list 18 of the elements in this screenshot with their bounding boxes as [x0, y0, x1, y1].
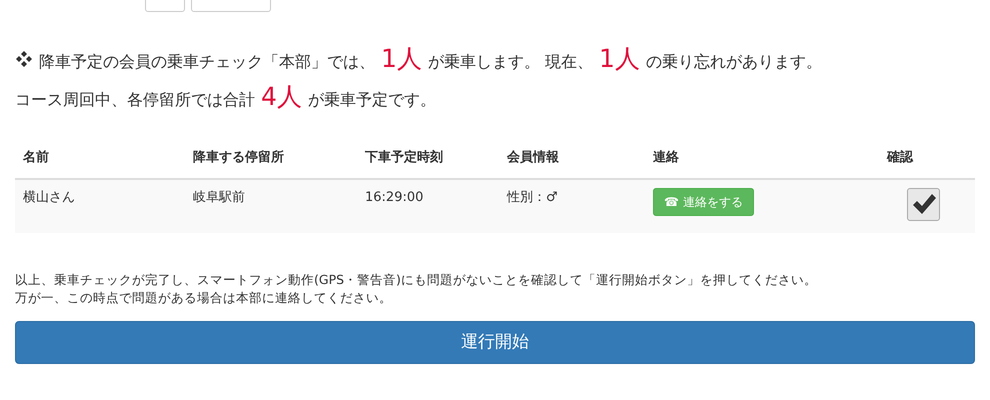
summary-text: の乗り忘れがあります。: [646, 51, 822, 73]
count-text: 1人: [599, 43, 640, 75]
summary-text: コース周回中、各停留所では合計: [15, 89, 255, 111]
notice-text: 万が一、この時点で問題がある場合は本部に連絡してください。: [15, 288, 393, 307]
diamonds-icon: [15, 50, 33, 68]
notice-text: 以上、乗車チェックが完了し、スマートフォン動作(GPS・警告音)にも問題がないことを確認して「運行開始ボタン」を押してください。: [15, 270, 818, 288]
count-text: 1人: [381, 43, 422, 75]
summary-text: が乗車します。 現在、: [428, 51, 593, 73]
summary-text: 降車予定の会員の乗車チェック「本部」では、: [39, 51, 375, 73]
count-text: 4人: [261, 81, 302, 113]
table-cell: 岐阜駅前: [185, 178, 357, 232]
table-cell: 横山さん: [15, 178, 185, 232]
confirm-checkbox[interactable]: [907, 188, 940, 220]
contact-button[interactable]: ☎ 連絡をする: [653, 188, 754, 216]
start-button[interactable]: 運行開始: [15, 320, 975, 364]
summary-text: が乗車予定です。: [308, 89, 436, 111]
table-cell: 性別：♂: [499, 178, 645, 232]
table-cell: 16:29:00: [357, 178, 499, 232]
